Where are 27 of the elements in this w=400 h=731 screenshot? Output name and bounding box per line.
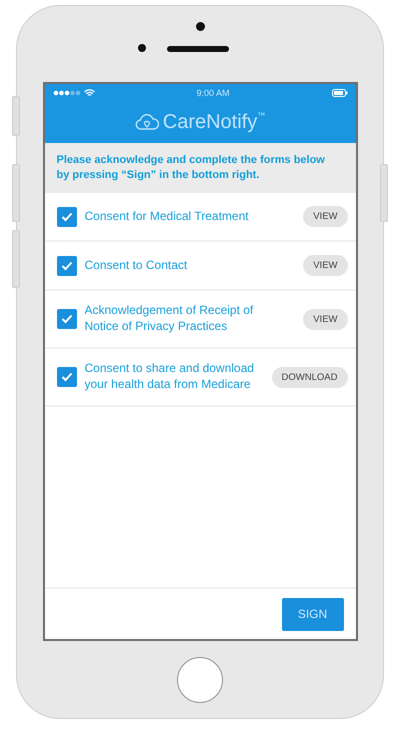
battery-icon [332,88,348,96]
form-label: Consent to Contact [84,258,188,274]
home-button[interactable] [177,656,223,702]
instructions-text: Please acknowledge and complete the forms below by pressing “Sign” in the bottom right. [44,143,356,193]
check-icon [60,212,72,222]
brand-logo: CareNotify™ [162,110,266,134]
form-action-button[interactable]: VIEW [303,308,348,330]
form-label: Consent for Medical Treatment [84,208,250,224]
signal-icon [52,90,80,96]
check-icon [60,372,72,382]
speaker-icon [167,46,229,52]
form-action-button[interactable]: VIEW [303,206,348,227]
cloud-logo-icon [134,113,159,131]
wifi-icon [84,88,94,96]
checkbox[interactable] [56,206,76,226]
camera-icon [196,22,205,31]
checkbox[interactable] [56,367,76,387]
form-label: Acknowledgement of Receipt of Notice of Privacy Practices [84,303,254,335]
form-action-button[interactable]: VIEW [303,255,348,276]
checkbox[interactable] [56,256,76,276]
status-time: 9:00 AM [196,88,230,98]
check-icon [60,260,72,270]
form-label: Consent to share and download your health data from Medicare [84,361,255,393]
sensor-icon [138,44,146,52]
form-action-button[interactable]: DOWNLOAD [272,366,348,388]
checkbox[interactable] [56,309,76,329]
check-icon [60,314,72,324]
